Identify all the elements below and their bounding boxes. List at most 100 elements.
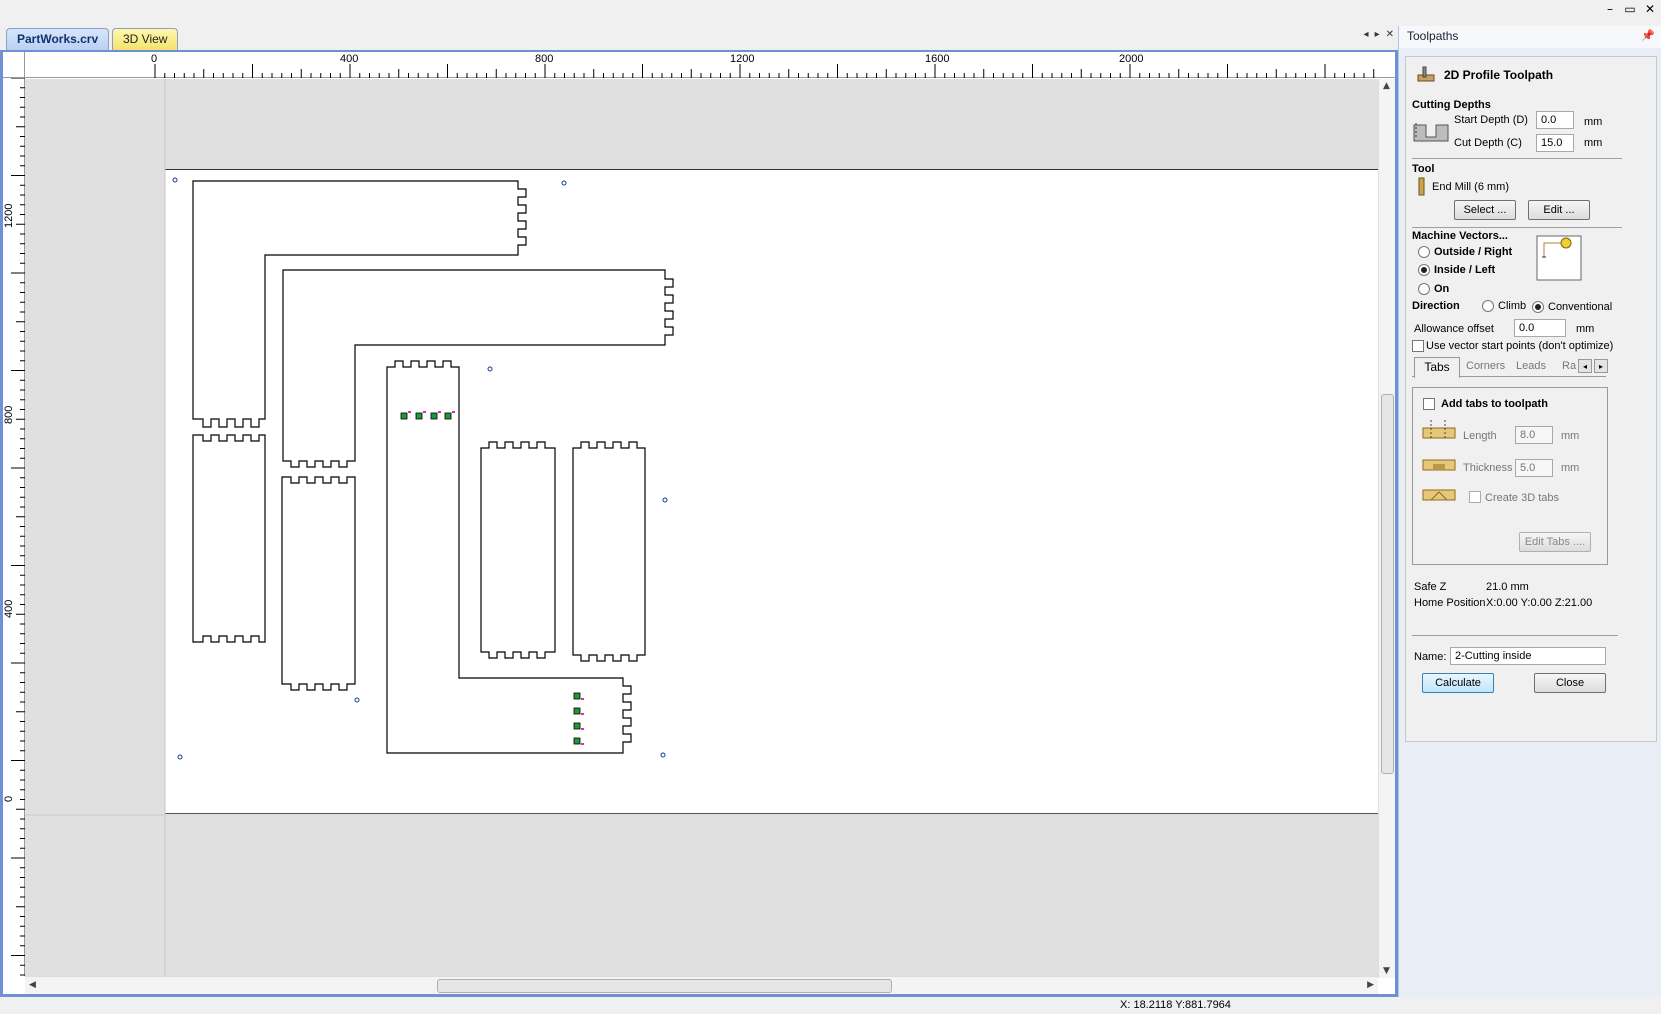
vertical-scrollbar[interactable]: ▲ ▼	[1378, 79, 1395, 978]
inside-left-label: Inside / Left	[1434, 264, 1496, 276]
restore-icon[interactable]: ▭	[1623, 2, 1637, 18]
on-label: On	[1434, 283, 1450, 295]
tab-marker	[430, 412, 438, 420]
drawing-canvas[interactable]	[25, 79, 1379, 978]
tab-partworks[interactable]: PartWorks.crv	[6, 28, 110, 50]
scroll-down-icon[interactable]: ▼	[1383, 966, 1390, 976]
window-controls: – ▭ ✕	[1603, 2, 1657, 18]
horizontal-scrollbar[interactable]: ◀ ▶	[25, 976, 1378, 994]
add-tabs-label: Add tabs to toolpath	[1441, 398, 1548, 410]
tab-marker	[573, 722, 581, 730]
options-tabs: Tabs Corners Leads Ra ◂ ▸	[1412, 357, 1608, 378]
horizontal-scroll-thumb[interactable]	[437, 979, 892, 993]
subtab-tabs[interactable]: Tabs	[1414, 357, 1460, 378]
subtab-ramps[interactable]: Ra	[1562, 360, 1576, 372]
pin-icon[interactable]: 📌	[1641, 29, 1655, 42]
tab-prev-icon[interactable]: ◂	[1364, 29, 1369, 40]
edit-tabs-button[interactable]: Edit Tabs ....	[1519, 532, 1591, 552]
tab-thickness-label: Thickness	[1463, 462, 1513, 474]
vector-part	[480, 441, 556, 659]
edit-tool-button[interactable]: Edit ...	[1528, 200, 1590, 220]
toolpaths-panel: Toolpaths 📌 2D Profile Toolpath Cutting …	[1398, 26, 1661, 997]
tab-length-icon	[1422, 420, 1456, 440]
climb-radio[interactable]	[1482, 300, 1494, 312]
conventional-radio[interactable]	[1532, 301, 1544, 313]
on-radio[interactable]	[1418, 283, 1430, 295]
start-depth-input[interactable]: 0.0	[1536, 111, 1574, 129]
toolpath-name-input[interactable]: 2-Cutting inside	[1450, 647, 1606, 665]
divider	[1412, 158, 1622, 159]
close-window-icon[interactable]: ✕	[1643, 2, 1657, 18]
subtab-prev-icon[interactable]: ◂	[1578, 359, 1592, 373]
machine-vectors-heading: Machine Vectors...	[1412, 230, 1508, 242]
ruler-label: 1200	[3, 203, 15, 228]
node-marker	[660, 752, 666, 758]
divider	[1412, 227, 1622, 228]
tab-thickness-input[interactable]: 5.0	[1515, 459, 1553, 477]
subtab-next-icon[interactable]: ▸	[1594, 359, 1608, 373]
cut-depth-input[interactable]: 15.0	[1536, 134, 1574, 152]
create-3d-tabs-icon	[1422, 489, 1456, 501]
scroll-up-icon[interactable]: ▲	[1383, 81, 1390, 91]
create-3d-tabs-checkbox[interactable]	[1469, 491, 1481, 503]
vector-part	[386, 360, 632, 754]
node-marker	[487, 366, 493, 372]
subtab-leads[interactable]: Leads	[1516, 360, 1546, 372]
panel-header: Toolpaths 📌	[1399, 26, 1661, 48]
safe-z-label: Safe Z	[1414, 581, 1447, 593]
node-marker	[172, 177, 178, 183]
scroll-right-icon[interactable]: ▶	[1367, 980, 1374, 990]
tab-length-label: Length	[1463, 430, 1497, 442]
allowance-label: Allowance offset	[1414, 323, 1494, 335]
cutting-depths-heading: Cutting Depths	[1412, 99, 1491, 111]
tab-length-input[interactable]: 8.0	[1515, 426, 1553, 444]
tab-close-icon[interactable]: ✕	[1386, 29, 1394, 40]
cut-depth-label: Cut Depth (C)	[1454, 137, 1522, 149]
ruler-corner	[3, 52, 25, 78]
status-bar: X: 18.2118 Y:881.7964	[0, 997, 1661, 1014]
minimize-icon[interactable]: –	[1603, 2, 1617, 18]
cutting-depth-diagram-icon	[1413, 123, 1449, 142]
divider	[1412, 635, 1618, 636]
subtab-corners[interactable]: Corners	[1466, 360, 1505, 372]
tab-marker	[415, 412, 423, 420]
tool-heading: Tool	[1412, 163, 1435, 175]
node-marker	[561, 180, 567, 186]
unit-label: mm	[1561, 430, 1580, 442]
tabs-options-box: Add tabs to toolpath Length 8.0 mm Thick…	[1412, 387, 1608, 565]
tab-next-icon[interactable]: ▸	[1375, 29, 1380, 40]
tab-thickness-icon	[1422, 459, 1456, 471]
tab-marker-accent	[581, 728, 584, 730]
toolpath-title: 2D Profile Toolpath	[1444, 68, 1554, 82]
tool-name: End Mill (6 mm)	[1432, 181, 1510, 193]
select-tool-button[interactable]: Select ...	[1454, 200, 1516, 220]
scroll-left-icon[interactable]: ◀	[29, 980, 36, 990]
conventional-label: Conventional	[1548, 301, 1613, 313]
node-marker	[177, 754, 183, 760]
safe-z-value: 21.0 mm	[1486, 581, 1529, 593]
add-tabs-checkbox[interactable]	[1423, 398, 1435, 410]
inside-left-radio[interactable]	[1418, 264, 1430, 276]
node-marker	[354, 697, 360, 703]
tab-3d-view[interactable]: 3D View	[112, 28, 179, 50]
unit-label: mm	[1584, 137, 1603, 149]
tab-marker-accent	[581, 743, 584, 745]
allowance-input[interactable]: 0.0	[1514, 319, 1566, 337]
tab-marker-accent	[408, 411, 411, 413]
use-vector-start-label: Use vector start points (don't optimize)	[1426, 340, 1614, 352]
vector-drawing[interactable]	[25, 79, 1379, 978]
ruler-label: 0	[151, 53, 158, 65]
outside-right-label: Outside / Right	[1434, 246, 1513, 258]
outside-right-radio[interactable]	[1418, 246, 1430, 258]
tab-marker-accent	[581, 698, 584, 700]
tab-marker-accent	[581, 713, 584, 715]
use-vector-start-checkbox[interactable]	[1412, 340, 1424, 352]
profile-toolpath-icon	[1417, 66, 1435, 82]
vector-part	[282, 269, 674, 468]
close-button[interactable]: Close	[1534, 673, 1606, 693]
calculate-button[interactable]: Calculate	[1422, 673, 1494, 693]
ruler-label: 400	[340, 53, 359, 65]
machine-vector-preview-icon	[1536, 235, 1582, 281]
tab-marker	[400, 412, 408, 420]
vertical-scroll-thumb[interactable]	[1381, 394, 1394, 774]
